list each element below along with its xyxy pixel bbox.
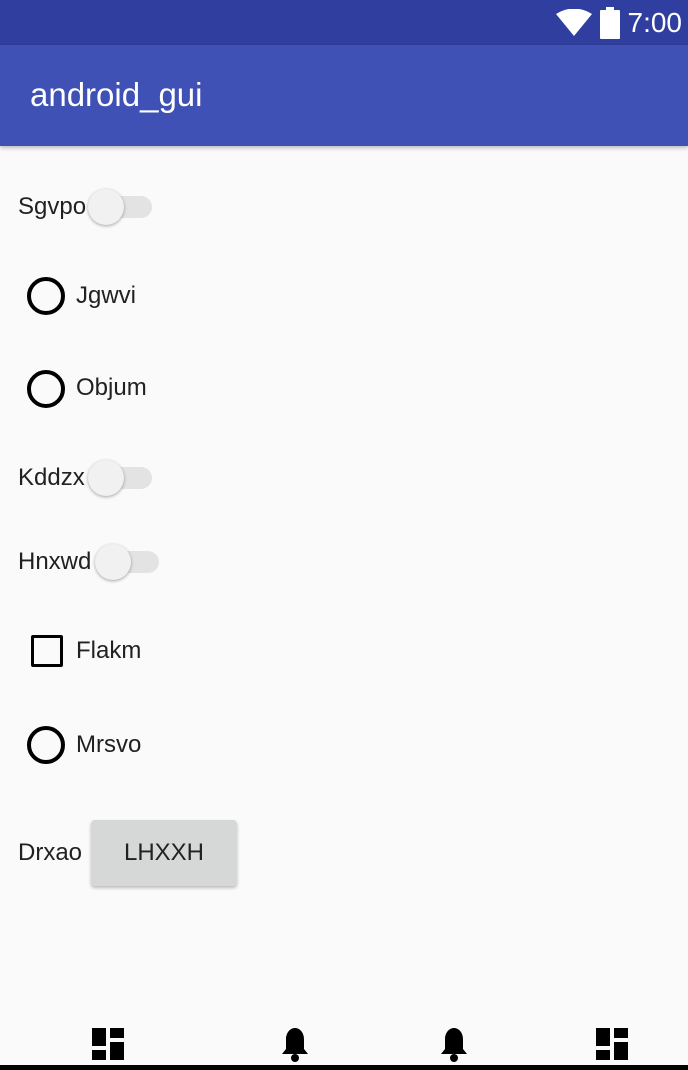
radio-label-jgwvi[interactable]: Jgwvi bbox=[76, 281, 136, 311]
radio-objum[interactable] bbox=[27, 370, 65, 408]
radio-mrsvo[interactable] bbox=[27, 726, 65, 764]
status-time: 7:00 bbox=[627, 7, 683, 38]
switch-thumb bbox=[88, 460, 124, 496]
dashboard-icon[interactable] bbox=[594, 1026, 630, 1062]
radio-label-objum[interactable]: Objum bbox=[76, 373, 147, 403]
battery-icon bbox=[599, 7, 620, 39]
switch-label-hnxwd: Hnxwd bbox=[18, 548, 92, 575]
switch-hnxwd[interactable] bbox=[95, 544, 159, 580]
lhxxh-button[interactable]: LHXXH bbox=[91, 820, 237, 886]
checkbox-label-flakm[interactable]: Flakm bbox=[76, 636, 141, 666]
app-title: android_gui bbox=[30, 76, 203, 113]
radio-label-mrsvo[interactable]: Mrsvo bbox=[76, 730, 141, 760]
switch-label-sgvpo: Sgvpo bbox=[18, 193, 87, 220]
switch-sgvpo[interactable] bbox=[88, 189, 152, 225]
switch-thumb bbox=[88, 189, 124, 225]
status-icons: 7:00 bbox=[555, 6, 683, 40]
bell-icon[interactable] bbox=[277, 1026, 313, 1062]
radio-jgwvi[interactable] bbox=[27, 277, 65, 315]
checkbox-flakm[interactable] bbox=[31, 635, 63, 667]
bottom-divider bbox=[0, 1065, 688, 1070]
switch-thumb bbox=[95, 544, 131, 580]
switch-kddzx[interactable] bbox=[88, 460, 152, 496]
button-row-label-drxao: Drxao bbox=[18, 839, 83, 866]
wifi-icon bbox=[555, 9, 592, 36]
app-bar: android_gui bbox=[0, 45, 688, 146]
dashboard-icon[interactable] bbox=[90, 1026, 126, 1062]
switch-label-kddzx: Kddzx bbox=[18, 464, 85, 491]
bell-icon[interactable] bbox=[436, 1026, 472, 1062]
status-bar: 7:00 bbox=[0, 0, 688, 45]
